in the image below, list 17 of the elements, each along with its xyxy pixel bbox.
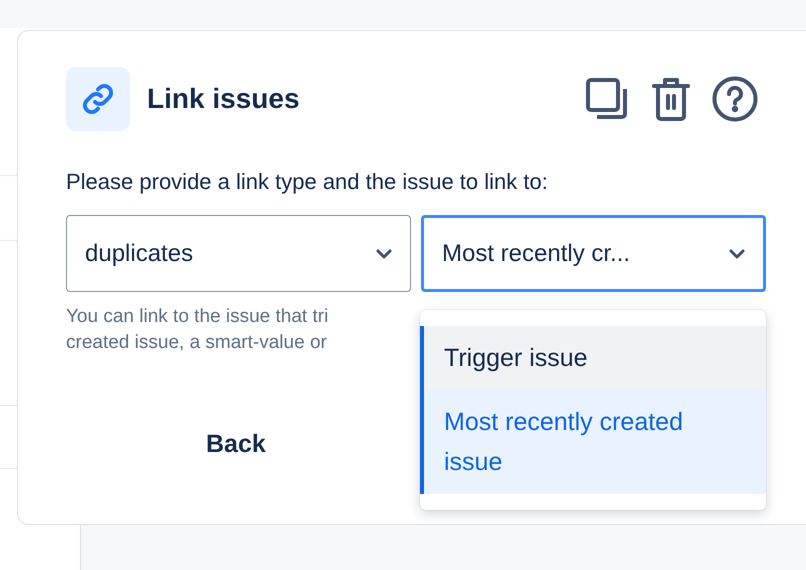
help-button[interactable] <box>712 76 758 122</box>
chevron-down-icon <box>376 248 392 258</box>
back-button[interactable]: Back <box>186 420 286 469</box>
helper-text: created issue, a smart-value or <box>66 331 327 355</box>
menu-option[interactable]: Most recently created issue <box>420 390 766 494</box>
trash-icon <box>651 76 691 122</box>
copy-icon <box>585 77 629 121</box>
link-icon <box>66 67 130 131</box>
menu-option[interactable]: Trigger issue <box>420 326 766 390</box>
select-field[interactable]: duplicates <box>66 215 411 292</box>
prompt-text: Please provide a link type and the issue to link to: <box>66 169 549 195</box>
chevron-down-icon <box>729 248 745 258</box>
helper-text: You can link to the issue that tri <box>66 305 328 329</box>
select-field[interactable]: Most recently cr... <box>421 215 766 292</box>
help-icon <box>712 76 758 122</box>
dialog-title: Link issues <box>147 83 301 115</box>
copy-button[interactable] <box>584 76 630 122</box>
